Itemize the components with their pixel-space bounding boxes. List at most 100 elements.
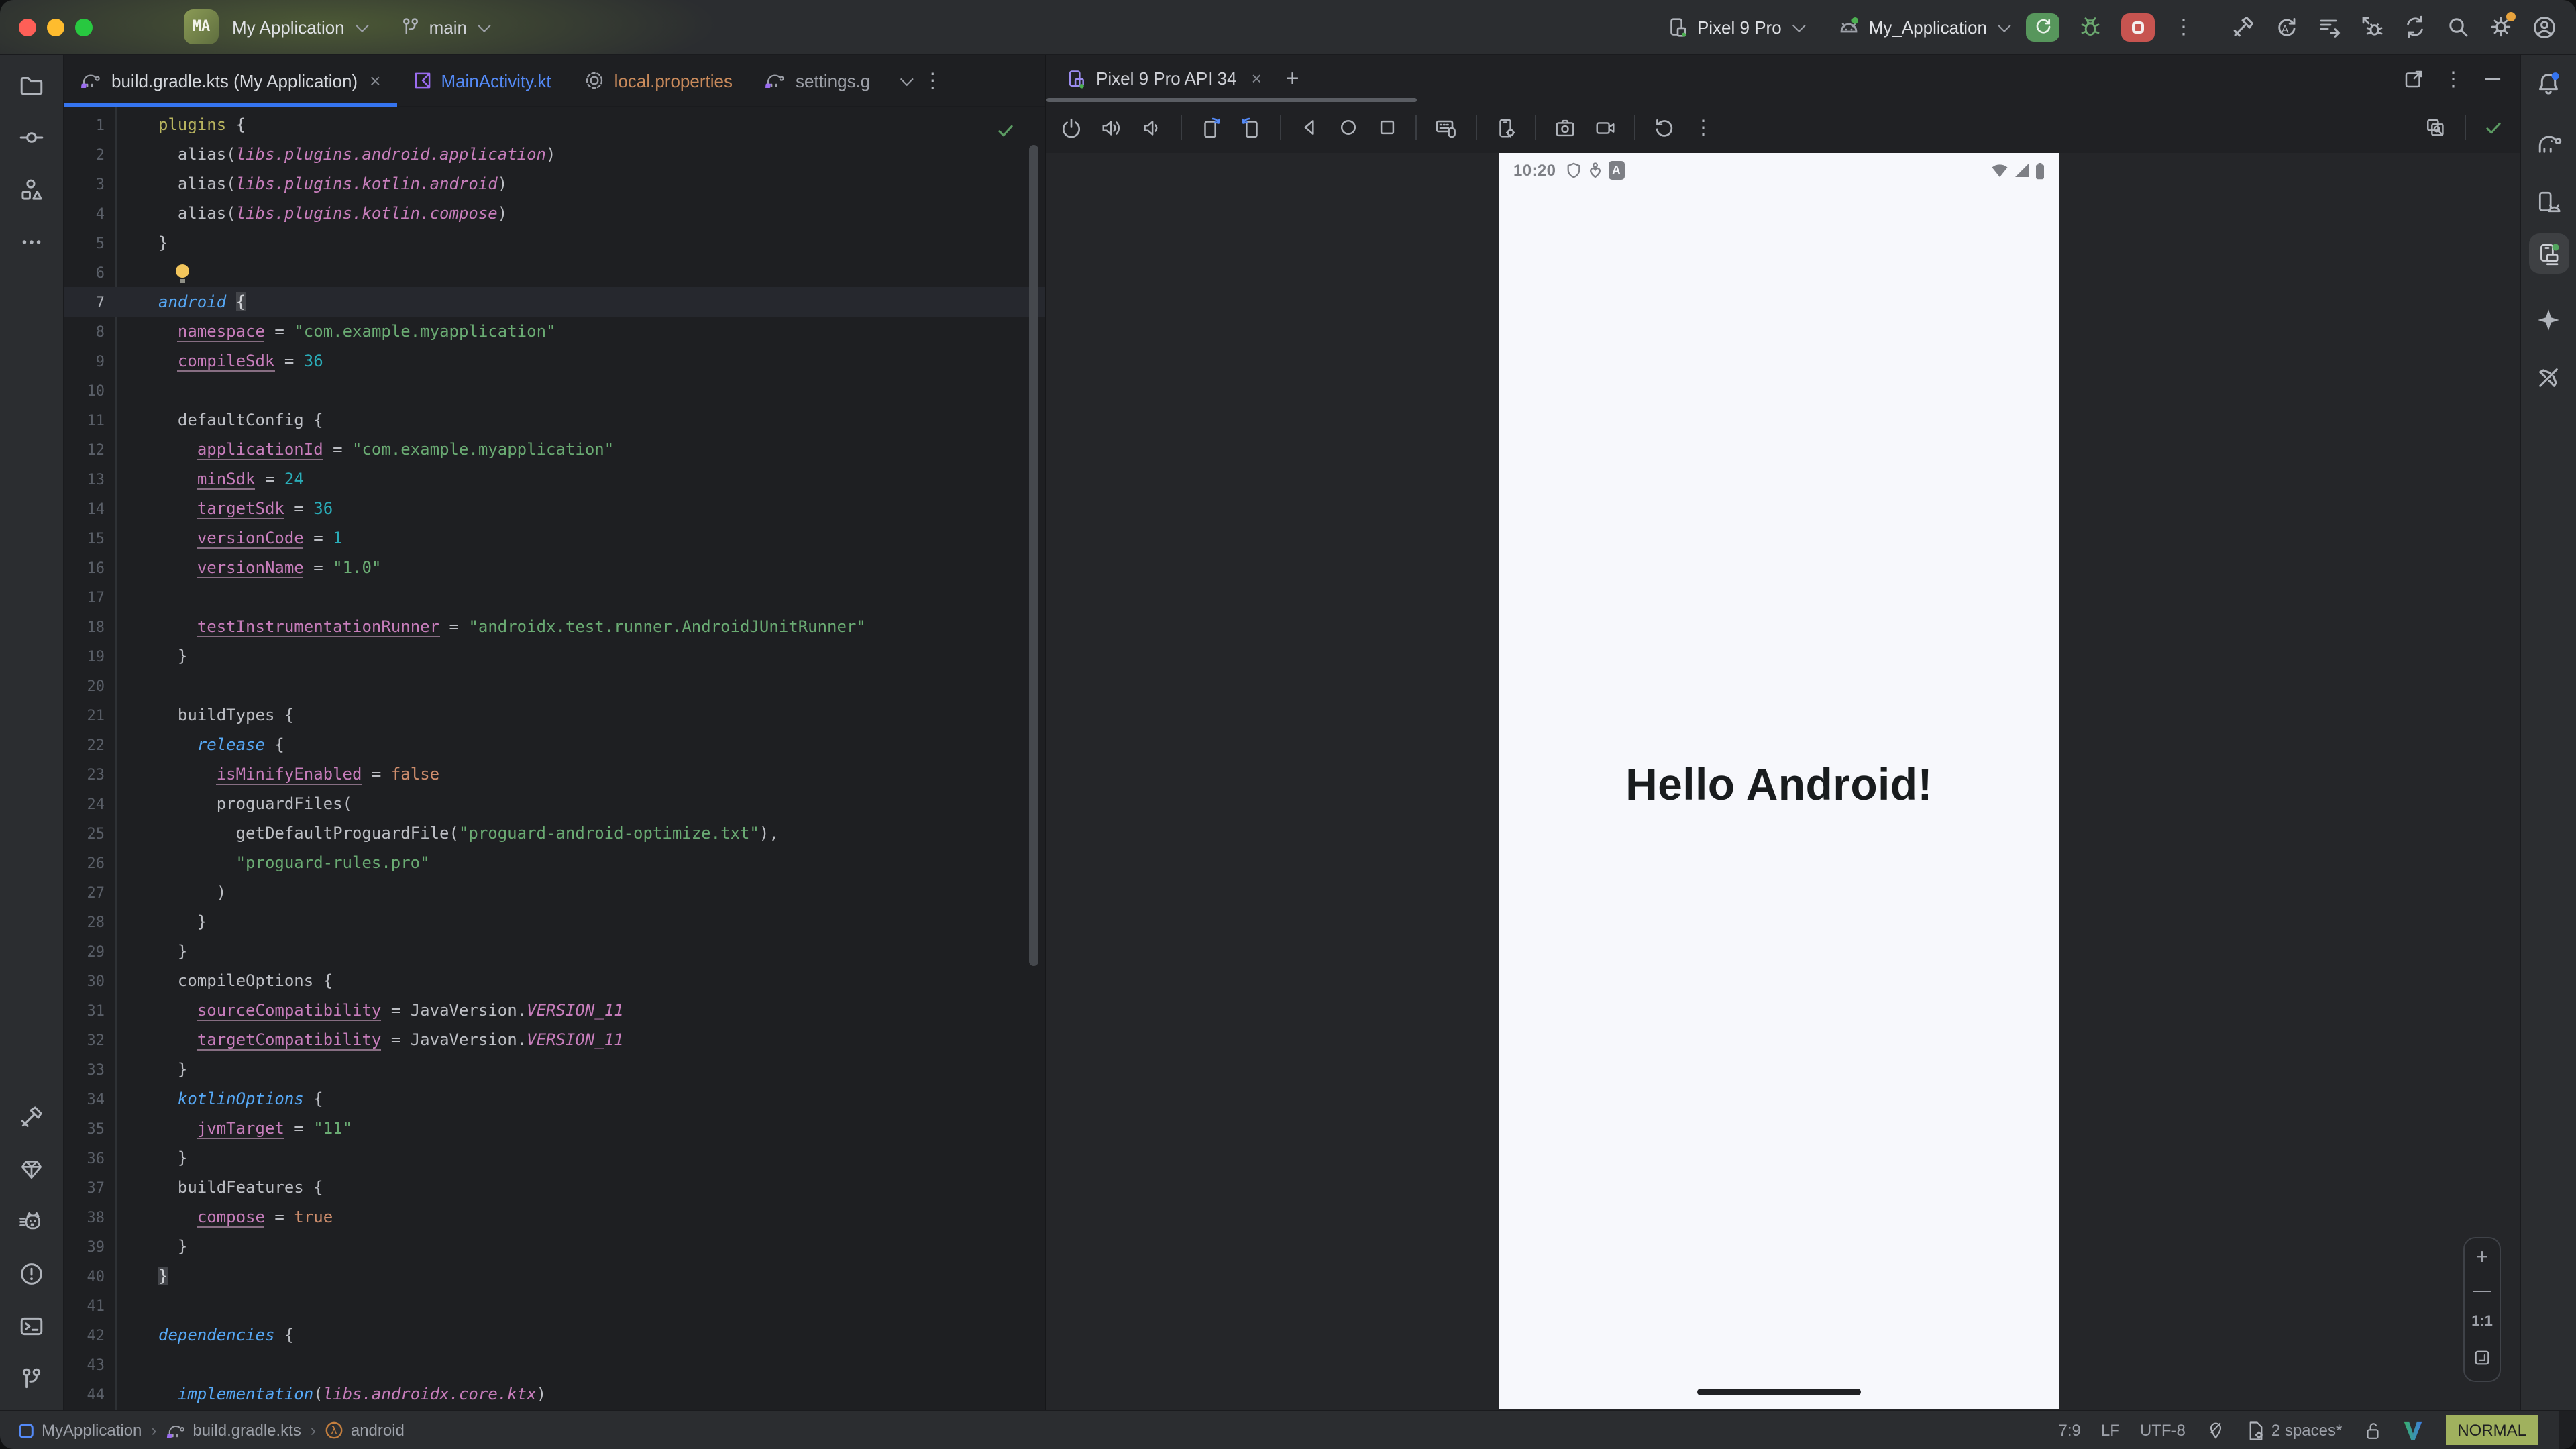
code-line[interactable]: 5} xyxy=(64,228,1045,258)
code-line[interactable]: 2 alias(libs.plugins.android.application… xyxy=(64,140,1045,169)
screenshot-icon[interactable] xyxy=(1554,116,1576,139)
panel-options-icon[interactable]: ⋮ xyxy=(2443,66,2463,91)
code-line[interactable]: 12 applicationId = "com.example.myapplic… xyxy=(64,435,1045,464)
code-line[interactable]: 25 getDefaultProguardFile("proguard-andr… xyxy=(64,818,1045,848)
android-home-icon[interactable] xyxy=(1338,117,1359,138)
android-overview-icon[interactable] xyxy=(1377,117,1398,138)
code-line[interactable]: 13 minSdk = 24 xyxy=(64,464,1045,494)
attach-debugger-icon[interactable] xyxy=(2360,15,2384,39)
code-line[interactable]: 32 targetCompatibility = JavaVersion.VER… xyxy=(64,1025,1045,1055)
close-device-tab-icon[interactable]: × xyxy=(1252,68,1262,89)
code-line[interactable]: 18 testInstrumentationRunner = "androidx… xyxy=(64,612,1045,641)
code-line[interactable]: 27 ) xyxy=(64,877,1045,907)
code-line[interactable]: 37 buildFeatures { xyxy=(64,1173,1045,1202)
device-selector[interactable]: Pixel 9 Pro xyxy=(1666,15,1802,38)
code-lines[interactable]: 1plugins {2 alias(libs.plugins.android.a… xyxy=(64,110,1045,1409)
sidebar-item-commit[interactable] xyxy=(11,117,52,157)
zoom-reset-button[interactable]: 1:1 xyxy=(2471,1313,2493,1330)
code-line[interactable]: 6 xyxy=(64,258,1045,287)
fullscreen-window-button[interactable] xyxy=(75,18,93,36)
vcs-branch-widget[interactable]: main xyxy=(400,16,487,38)
breadcrumb-module[interactable]: MyApplication xyxy=(17,1421,142,1440)
line-separator[interactable]: LF xyxy=(2101,1421,2120,1440)
caret-position[interactable]: 7:9 xyxy=(2059,1421,2081,1440)
code-line[interactable]: 21 buildTypes { xyxy=(64,700,1045,730)
vim-mode-badge[interactable]: NORMAL xyxy=(2445,1415,2538,1445)
code-line[interactable]: 26 "proguard-rules.pro" xyxy=(64,848,1045,877)
highlighting-pin-icon[interactable] xyxy=(2206,1420,2226,1440)
sidebar-item-running-devices[interactable] xyxy=(2528,233,2569,274)
gesture-bar[interactable] xyxy=(1697,1389,1861,1395)
close-window-button[interactable] xyxy=(19,18,36,36)
code-line[interactable]: 39 } xyxy=(64,1232,1045,1261)
code-line[interactable]: 23 isMinifyEnabled = false xyxy=(64,759,1045,789)
screen-record-icon[interactable] xyxy=(1594,116,1617,139)
code-line[interactable]: 41 xyxy=(64,1291,1045,1320)
stop-button[interactable] xyxy=(2121,13,2155,41)
tab-local-properties[interactable]: local.properties xyxy=(568,55,749,106)
sidebar-item-structure[interactable] xyxy=(11,169,52,209)
code-line[interactable]: 7android { xyxy=(64,287,1045,317)
sidebar-item-gemini[interactable] xyxy=(2528,299,2569,339)
sidebar-item-version-control[interactable] xyxy=(11,1358,52,1398)
settings-icon[interactable] xyxy=(2489,15,2513,39)
debug-button[interactable] xyxy=(2078,15,2102,39)
sidebar-item-gradle[interactable] xyxy=(2528,123,2569,164)
code-line[interactable]: 10 xyxy=(64,376,1045,405)
rotate-left-icon[interactable] xyxy=(1199,116,1222,139)
code-line[interactable]: 3 alias(libs.plugins.kotlin.android) xyxy=(64,169,1045,199)
hide-panel-icon[interactable] xyxy=(2482,68,2504,89)
rotate-right-icon[interactable] xyxy=(1240,116,1263,139)
code-line[interactable]: 34 kotlinOptions { xyxy=(64,1084,1045,1114)
intention-bulb-icon[interactable] xyxy=(176,264,189,278)
code-line[interactable]: 38 compose = true xyxy=(64,1202,1045,1232)
code-line[interactable]: 44 implementation(libs.androidx.core.ktx… xyxy=(64,1379,1045,1409)
apply-code-changes-icon[interactable] xyxy=(2317,15,2341,39)
code-line[interactable]: 15 versionCode = 1 xyxy=(64,523,1045,553)
code-line[interactable]: 8 namespace = "com.example.myapplication… xyxy=(64,317,1045,346)
sync-gradle-icon[interactable] xyxy=(2403,15,2427,39)
code-line[interactable]: 14 targetSdk = 36 xyxy=(64,494,1045,523)
sidebar-item-problems[interactable] xyxy=(11,1253,52,1293)
code-line[interactable]: 22 release { xyxy=(64,730,1045,759)
ideavim-logo-icon[interactable] xyxy=(2402,1420,2422,1440)
code-line[interactable]: 28 } xyxy=(64,907,1045,936)
code-line[interactable]: 20 xyxy=(64,671,1045,700)
code-line[interactable]: 29 } xyxy=(64,936,1045,966)
tabs-dropdown-icon[interactable] xyxy=(900,72,913,85)
sync-and-restart-icon[interactable]: A xyxy=(2274,15,2298,39)
power-icon[interactable] xyxy=(1060,116,1083,139)
device-more-options-icon[interactable]: ⋮ xyxy=(1693,115,1713,140)
code-line[interactable]: 17 xyxy=(64,582,1045,612)
tabs-more-icon[interactable]: ⋮ xyxy=(922,68,943,93)
open-in-new-window-icon[interactable] xyxy=(2403,68,2424,89)
code-editor[interactable]: 1plugins {2 alias(libs.plugins.android.a… xyxy=(64,107,1045,1410)
sidebar-item-airplane[interactable] xyxy=(2528,357,2569,397)
close-tab-icon[interactable]: × xyxy=(370,70,380,91)
breadcrumb-element[interactable]: λ android xyxy=(325,1421,405,1440)
emulator-screen[interactable]: 10:20 A xyxy=(1499,153,2059,1409)
volume-up-icon[interactable] xyxy=(1100,116,1123,139)
ui-check-icon[interactable] xyxy=(2424,116,2447,139)
device-tab[interactable]: Pixel 9 Pro API 34 × xyxy=(1046,55,1275,102)
sidebar-item-notifications[interactable] xyxy=(2528,63,2569,103)
search-everywhere-icon[interactable] xyxy=(2446,15,2470,39)
code-line[interactable]: 35 jvmTarget = "11" xyxy=(64,1114,1045,1143)
add-device-tab-icon[interactable]: + xyxy=(1286,65,1299,92)
build-hammer-icon[interactable] xyxy=(2231,15,2255,39)
tab-settings-gradle[interactable]: settings.g xyxy=(749,55,886,106)
code-line[interactable]: 43 xyxy=(64,1350,1045,1379)
project-widget[interactable]: My Application xyxy=(232,17,365,37)
rerun-button[interactable] xyxy=(2026,13,2059,41)
code-line[interactable]: 33 } xyxy=(64,1055,1045,1084)
sidebar-item-terminal[interactable] xyxy=(11,1305,52,1346)
code-line[interactable]: 19 } xyxy=(64,641,1045,671)
hardware-input-icon[interactable] xyxy=(1434,115,1458,140)
code-line[interactable]: 36 } xyxy=(64,1143,1045,1173)
fit-to-window-icon[interactable] xyxy=(2473,1348,2491,1367)
tab-mainactivity[interactable]: MainActivity.kt xyxy=(396,55,567,106)
breadcrumb-file[interactable]: build.gradle.kts xyxy=(166,1420,301,1440)
code-line[interactable]: 9 compileSdk = 36 xyxy=(64,346,1045,376)
code-line[interactable]: 11 defaultConfig { xyxy=(64,405,1045,435)
unlock-icon[interactable] xyxy=(2362,1420,2382,1440)
